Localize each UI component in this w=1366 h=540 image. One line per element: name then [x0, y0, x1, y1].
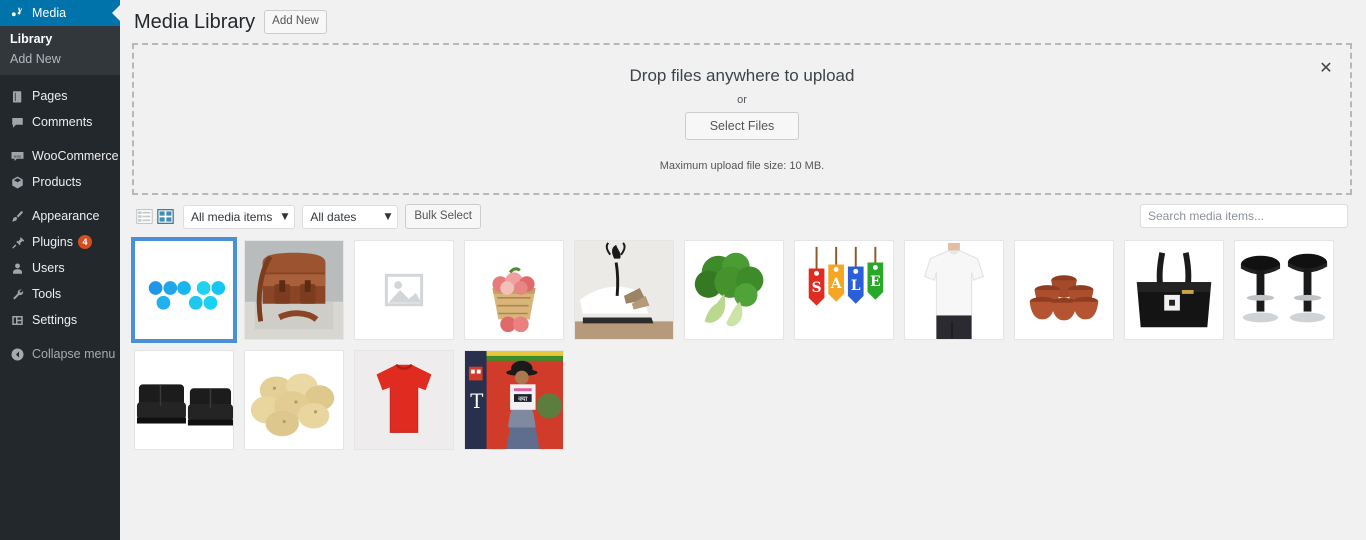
- menu-separator-3: [0, 195, 120, 203]
- upload-dropzone[interactable]: ✕ Drop files anywhere to upload or Selec…: [132, 43, 1352, 195]
- comments-icon: [8, 113, 26, 131]
- add-new-button[interactable]: Add New: [264, 10, 327, 34]
- sidebar-item-label-settings: Settings: [32, 313, 78, 327]
- view-mode-toggle: [136, 208, 174, 225]
- media-icon: [8, 4, 26, 22]
- chevron-down-icon: ▼: [281, 211, 289, 222]
- submenu-item-library[interactable]: Library: [0, 29, 120, 49]
- collapse-menu-label: Collapse menu: [32, 347, 116, 361]
- list-view-icon[interactable]: [136, 208, 153, 225]
- woocommerce-icon: woo: [8, 147, 26, 165]
- menu-separator-4: [0, 333, 120, 341]
- submenu-item-add-new[interactable]: Add New: [0, 49, 120, 69]
- settings-icon: [8, 311, 26, 329]
- svg-text:E: E: [870, 274, 880, 290]
- media-item-apples-basket-image[interactable]: [464, 240, 564, 341]
- page-header: Media Library Add New: [132, 6, 1352, 43]
- bulk-select-button[interactable]: Bulk Select: [405, 204, 481, 230]
- media-grid: S A L E T क्या: [131, 237, 1352, 451]
- sidebar-item-users[interactable]: Users: [0, 255, 120, 281]
- close-icon[interactable]: ✕: [1316, 59, 1336, 79]
- media-type-filter[interactable]: All media items ▼: [183, 204, 296, 229]
- sidebar-item-products[interactable]: Products: [0, 169, 120, 195]
- media-item-black-bar-stools-image[interactable]: [1234, 240, 1334, 341]
- svg-text:A: A: [830, 276, 842, 292]
- pages-icon: [8, 87, 26, 105]
- select-files-button[interactable]: Select Files: [684, 112, 800, 140]
- sidebar-item-comments[interactable]: Comments: [0, 109, 120, 135]
- date-filter[interactable]: All dates ▼: [302, 204, 399, 229]
- media-item-potatoes-image[interactable]: [244, 350, 344, 451]
- sidebar-item-label-pages: Pages: [32, 89, 68, 103]
- plugins-plug-icon: [8, 233, 26, 251]
- plugins-update-badge: 4: [78, 235, 92, 249]
- products-box-icon: [8, 173, 26, 191]
- svg-text:T: T: [470, 390, 483, 413]
- svg-text:L: L: [851, 278, 861, 294]
- sidebar-item-collapse-menu[interactable]: Collapse menu: [0, 341, 120, 367]
- sidebar-item-label-woocommerce: WooCommerce: [32, 149, 119, 163]
- grid-view-icon[interactable]: [157, 208, 174, 225]
- media-type-filter-value: All media items: [191, 209, 273, 224]
- page-title: Media Library: [134, 11, 256, 33]
- media-library-main: Media Library Add New ✕ Drop files anywh…: [120, 0, 1366, 540]
- menu-separator-1: [0, 75, 120, 83]
- sidebar-item-label-comments: Comments: [32, 115, 93, 129]
- dropzone-title: Drop files anywhere to upload: [629, 66, 855, 85]
- sidebar-item-label-appearance: Appearance: [32, 209, 100, 223]
- media-item-blue-dots-logo-image[interactable]: [131, 237, 237, 344]
- tools-wrench-icon: [8, 285, 26, 303]
- sidebar-item-label-users: Users: [32, 261, 65, 275]
- sidebar-item-label-products: Products: [32, 175, 82, 189]
- menu-separator-2: [0, 135, 120, 143]
- sidebar-item-plugins[interactable]: Plugins 4: [0, 229, 120, 255]
- submenu-label-library: Library: [10, 32, 53, 46]
- sidebar-item-appearance[interactable]: Appearance: [0, 203, 120, 229]
- admin-sidebar: Media Library Add New Pages Comments woo…: [0, 0, 120, 540]
- sidebar-item-label-tools: Tools: [32, 287, 62, 301]
- media-item-broccoli-image[interactable]: [684, 240, 784, 341]
- media-item-white-tshirt-model-image[interactable]: [904, 240, 1004, 341]
- sidebar-item-label-media: Media: [32, 6, 67, 20]
- collapse-arrow-icon: [8, 345, 26, 363]
- sidebar-item-pages[interactable]: Pages: [0, 83, 120, 109]
- media-item-black-handbag-image[interactable]: [1124, 240, 1224, 341]
- media-toolbar: All media items ▼ All dates ▼ Bulk Selec…: [132, 195, 1352, 237]
- wordpress-admin-screen: Media Library Add New Pages Comments woo…: [0, 0, 1366, 540]
- search-input[interactable]: [1140, 204, 1348, 228]
- media-item-red-tshirt-image[interactable]: [354, 350, 454, 451]
- media-item-black-leather-sofa-image[interactable]: [134, 350, 234, 451]
- media-item-missing-image-placeholder[interactable]: [354, 240, 454, 341]
- sidebar-item-label-plugins: Plugins: [32, 235, 73, 249]
- max-upload-size-note: Maximum upload file size: 10 MB.: [659, 160, 825, 172]
- sidebar-item-tools[interactable]: Tools: [0, 281, 120, 307]
- media-item-sale-tags-image[interactable]: S A L E: [794, 240, 894, 341]
- media-item-terracotta-cups-image[interactable]: [1014, 240, 1114, 341]
- svg-text:S: S: [812, 280, 822, 296]
- users-icon: [8, 259, 26, 277]
- sidebar-item-settings[interactable]: Settings: [0, 307, 120, 333]
- submenu-label-add-new: Add New: [10, 52, 61, 66]
- media-submenu: Library Add New: [0, 26, 120, 75]
- appearance-brush-icon: [8, 207, 26, 225]
- media-item-white-chaise-interior-image[interactable]: [574, 240, 674, 341]
- media-item-leather-messenger-bag-image[interactable]: [244, 240, 344, 341]
- date-filter-value: All dates: [310, 209, 357, 224]
- svg-text:क्या: क्या: [518, 395, 528, 403]
- search-container: [1140, 204, 1348, 228]
- svg-text:woo: woo: [13, 154, 21, 158]
- chevron-down-icon-date: ▼: [384, 211, 392, 222]
- media-item-person-with-sign-image[interactable]: T क्या: [464, 350, 564, 451]
- dropzone-or-label: or: [737, 94, 747, 106]
- sidebar-item-media[interactable]: Media: [0, 0, 120, 26]
- sidebar-item-woocommerce[interactable]: woo WooCommerce: [0, 143, 120, 169]
